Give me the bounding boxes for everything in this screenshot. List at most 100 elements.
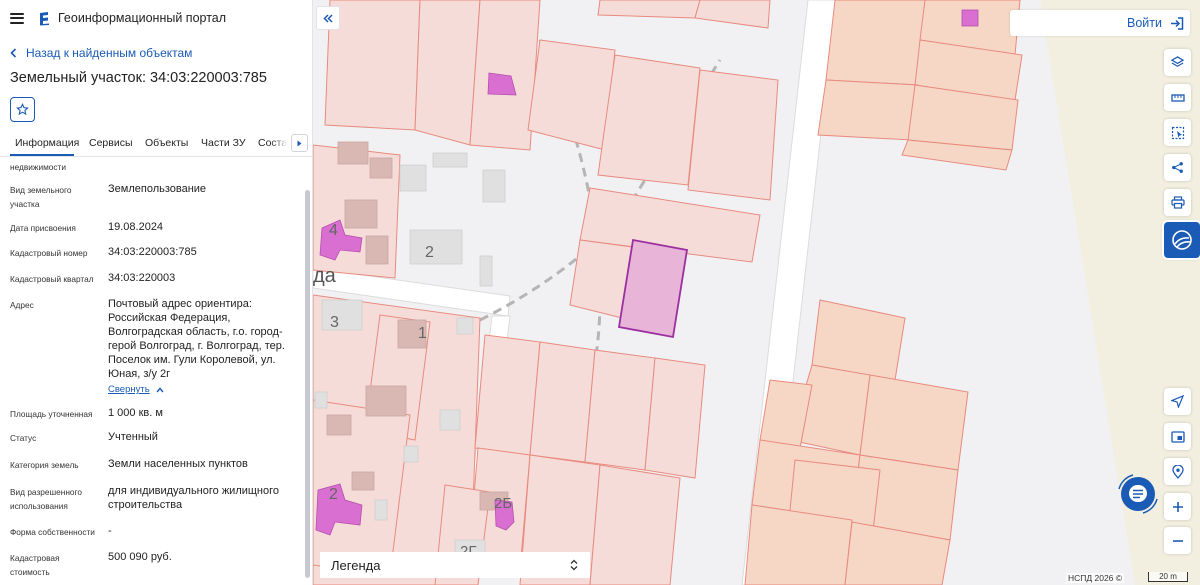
- ruler-icon: [1170, 93, 1185, 102]
- property-label: Дата присвоения: [10, 223, 76, 233]
- base-map-icon: [1172, 230, 1192, 250]
- tabs-scroll-right-button[interactable]: [291, 134, 308, 152]
- chevron-right-icon: [297, 140, 302, 146]
- land-parcel: [584, 349, 656, 471]
- tab-services[interactable]: Сервисы: [89, 137, 133, 149]
- building: [399, 164, 427, 192]
- portal-logo: [40, 11, 49, 25]
- plus-icon: [1172, 501, 1183, 512]
- copyright-text: НСПД 2026 ©: [1066, 573, 1125, 583]
- land-parcel: [817, 79, 919, 141]
- tab-information[interactable]: Информация: [15, 137, 79, 149]
- land-parcel: [589, 464, 681, 585]
- zoom-in-button[interactable]: [1164, 493, 1191, 520]
- chat-icon: [1118, 474, 1158, 514]
- land-parcel: [687, 69, 779, 201]
- property-value: 34:03:220003: [108, 272, 176, 284]
- app-title: Геоинформационный портал: [58, 11, 227, 25]
- land-parcel: [644, 357, 706, 479]
- building: [344, 199, 378, 229]
- property-label: Категория земель: [10, 460, 79, 470]
- land-parcel: [597, 54, 701, 186]
- property-value: Землепользование: [108, 183, 207, 195]
- share-icon: [1172, 162, 1183, 173]
- tab-objects[interactable]: Объекты: [145, 137, 188, 149]
- menu-icon[interactable]: [10, 12, 24, 24]
- property-value: 500 090 руб.: [108, 551, 172, 563]
- share-button[interactable]: [1164, 154, 1191, 181]
- collapse-panel-button[interactable]: [316, 6, 340, 30]
- property-value: -: [108, 525, 112, 537]
- building: [314, 391, 328, 409]
- legend-dropdown[interactable]: Легенда: [320, 552, 590, 578]
- property-value: 34:03:220003:785: [108, 246, 197, 258]
- building: [321, 299, 363, 331]
- base-map-button[interactable]: [1164, 222, 1200, 258]
- locate-button[interactable]: [1164, 388, 1191, 415]
- layers-icon: [1171, 56, 1184, 67]
- object-title: Земельный участок: 34:03:220003:785: [10, 70, 267, 86]
- chat-assistant-button[interactable]: [1113, 469, 1163, 519]
- building: [403, 445, 419, 463]
- properties-list: недвижимости Вид земельного участка Земл…: [0, 157, 302, 585]
- select-area-button[interactable]: [1164, 119, 1191, 146]
- building: [409, 229, 463, 265]
- building-highlighted: [961, 9, 979, 27]
- building: [326, 414, 352, 436]
- building: [365, 385, 407, 417]
- zoom-out-button[interactable]: [1164, 527, 1191, 554]
- building: [369, 157, 393, 179]
- app-header: Геоинформационный портал: [0, 0, 312, 36]
- property-value: Земли населенных пунктов: [108, 458, 248, 470]
- minimap-button[interactable]: [1164, 423, 1191, 450]
- property-label: Адрес: [10, 300, 34, 310]
- layers-button[interactable]: [1164, 49, 1191, 76]
- property-value: 19.08.2024: [108, 221, 164, 233]
- select-area-icon: [1171, 126, 1184, 139]
- object-info-panel: Геоинформационный портал Назад к найденн…: [0, 0, 313, 585]
- house-number-label: 2Б: [494, 495, 512, 512]
- land-parcel: [825, 0, 926, 86]
- back-to-results-link[interactable]: Назад к найденным объектам: [10, 46, 192, 60]
- building: [439, 409, 461, 431]
- login-label: Войти: [1127, 16, 1162, 30]
- street-name-label: да: [313, 265, 337, 287]
- property-label: Статус: [10, 433, 37, 443]
- land-parcel: [529, 341, 596, 463]
- login-icon: [1171, 16, 1184, 30]
- building: [351, 471, 375, 491]
- locate-icon: [1171, 395, 1184, 408]
- minus-icon: [1172, 539, 1183, 542]
- property-value: для индивидуального жилищного строительс…: [108, 485, 280, 511]
- collapse-label: Свернуть: [108, 384, 150, 395]
- building: [482, 169, 506, 203]
- login-button[interactable]: Войти: [1010, 10, 1190, 36]
- print-icon: [1170, 196, 1185, 209]
- geolocation-icon: [1171, 464, 1184, 479]
- map-scale-bar: 20 m: [1148, 572, 1188, 582]
- property-label: Кадастровая стоимость: [10, 553, 60, 577]
- property-value: Учтенный: [108, 431, 158, 443]
- map-canvas[interactable]: 4 2 3 1 2 2Б 2Г да: [313, 0, 1200, 585]
- property-label: Кадастровый квартал: [10, 274, 94, 284]
- house-number-label: 1: [418, 325, 427, 342]
- land-parcel: [597, 0, 701, 19]
- address-value: Почтовый адрес ориентира: Российская Фед…: [108, 298, 285, 380]
- geolocation-button[interactable]: [1164, 458, 1191, 485]
- collapse-address-link[interactable]: Свернуть: [108, 384, 164, 395]
- property-label: Форма собственности: [10, 527, 95, 537]
- property-label: Вид разрешенного использования: [10, 487, 82, 511]
- print-button[interactable]: [1164, 189, 1191, 216]
- active-tab-indicator: [10, 154, 74, 156]
- property-value: 1 000 кв. м: [108, 407, 163, 419]
- building: [456, 317, 474, 335]
- building: [337, 141, 369, 165]
- measure-button[interactable]: [1164, 84, 1191, 111]
- property-label: Вид земельного участка: [10, 185, 72, 209]
- cadastral-map: 4 2 3 1 2 2Б 2Г да: [313, 0, 1200, 585]
- tab-land-parts[interactable]: Части ЗУ: [201, 137, 246, 149]
- panel-scrollbar[interactable]: [305, 190, 310, 578]
- building: [365, 235, 389, 265]
- favorite-button[interactable]: [10, 97, 35, 122]
- double-chevron-left-icon: [323, 13, 333, 23]
